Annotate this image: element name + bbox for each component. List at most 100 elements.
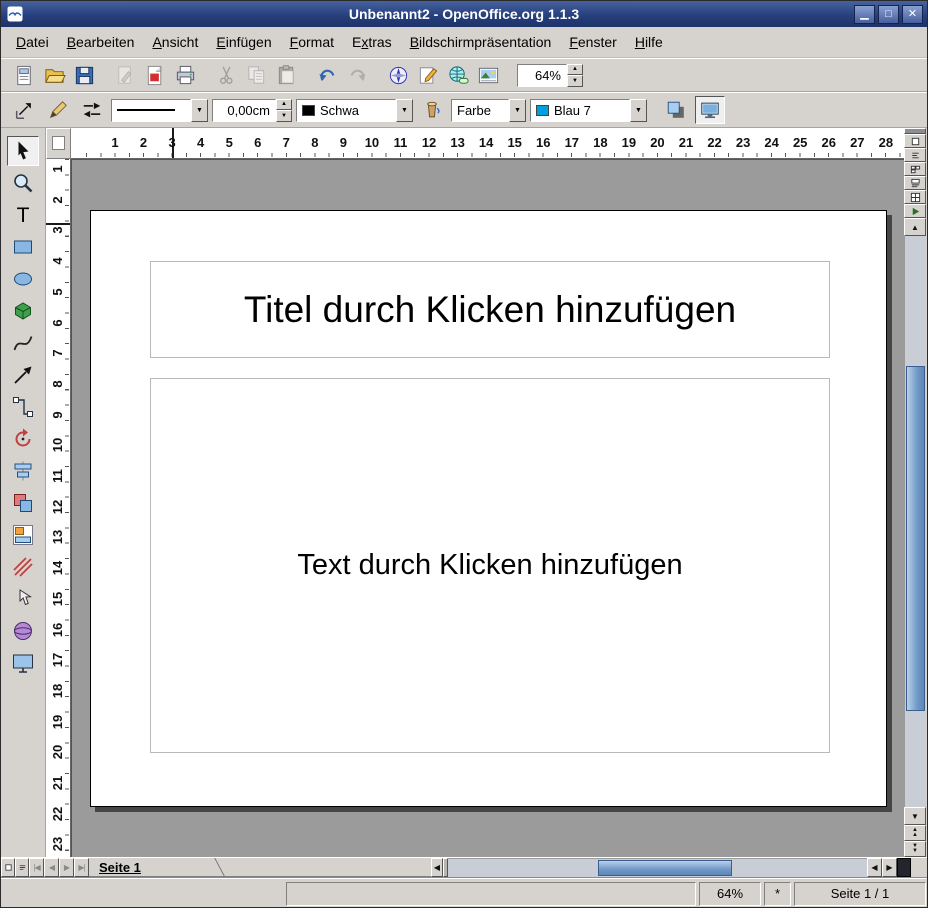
work-area[interactable]: Titel durch Klicken hinzufügen Text durc…	[71, 159, 904, 857]
lines-arrows-tool[interactable]	[7, 360, 39, 390]
slide-tab-seite-1[interactable]: Seite 1	[89, 858, 226, 877]
outline-view-button[interactable]	[904, 148, 926, 162]
vertical-scrollbar-track[interactable]	[904, 236, 926, 807]
ruler-origin-corner[interactable]	[46, 128, 71, 159]
window-split-corner-button[interactable]	[897, 858, 911, 877]
redo-button[interactable]	[342, 61, 372, 89]
paste-button[interactable]	[271, 61, 301, 89]
curve-tool[interactable]	[7, 328, 39, 358]
line-width-increase-button[interactable]: ▲	[276, 99, 292, 111]
3d-controller-tool[interactable]	[7, 616, 39, 646]
h-ruler-number: 3	[168, 135, 175, 150]
scroll-left-button[interactable]: ◀	[867, 858, 882, 877]
line-width-field[interactable]: 0,00cm	[212, 99, 276, 122]
horizontal-ruler[interactable]: 1234567891011121314151617181920212223242…	[71, 128, 904, 159]
menu-item-fenster[interactable]: Fenster	[560, 30, 625, 54]
tab-bar-mini-button-1[interactable]	[1, 858, 15, 877]
menu-item-ansicht[interactable]: Ansicht	[143, 30, 207, 54]
select-tool[interactable]	[7, 136, 39, 166]
minimize-button[interactable]: ▁	[854, 5, 875, 24]
edit-button[interactable]	[413, 61, 443, 89]
vertical-ruler[interactable]: 1234567891011121314151617181920212223	[46, 159, 71, 857]
gallery-button[interactable]	[473, 61, 503, 89]
horizontal-scrollbar-track[interactable]	[448, 858, 867, 877]
titlebar[interactable]: Unbenannt2 - OpenOffice.org 1.1.3 ▁ □ ✕	[1, 1, 927, 27]
connector-tool[interactable]	[7, 392, 39, 422]
navigator-button[interactable]	[383, 61, 413, 89]
alignment-tool[interactable]	[7, 456, 39, 486]
notes-view-button[interactable]	[904, 176, 926, 190]
line-color-dropdown-button[interactable]: ▼	[396, 99, 413, 122]
drawing-view-button[interactable]	[904, 134, 926, 148]
cut-button[interactable]	[211, 61, 241, 89]
scrollbar-split-left-button[interactable]: ◀	[431, 858, 443, 877]
scroll-right-button[interactable]: ▶	[882, 858, 897, 877]
line-style-field[interactable]	[111, 99, 191, 122]
new-presentation-button[interactable]	[9, 61, 39, 89]
menu-item-extras[interactable]: Extras	[343, 30, 401, 54]
area-style-button[interactable]	[417, 96, 447, 124]
zoom-tool[interactable]	[7, 168, 39, 198]
scroll-down-button[interactable]: ▼	[904, 807, 926, 825]
print-button[interactable]	[170, 61, 200, 89]
menu-item-hilfe[interactable]: Hilfe	[626, 30, 672, 54]
area-fill-color-field[interactable]: Blau 7	[530, 99, 630, 122]
save-button[interactable]	[69, 61, 99, 89]
presentation-box-toggle[interactable]	[695, 96, 725, 124]
area-fill-type-dropdown-button[interactable]: ▼	[509, 99, 526, 122]
gluepoints-button[interactable]	[9, 96, 39, 124]
menu-item-bearbeiten[interactable]: Bearbeiten	[58, 30, 144, 54]
next-slide-tab-button[interactable]: ▶	[59, 858, 74, 877]
previous-slide-tab-button[interactable]: ◀	[44, 858, 59, 877]
effects-tool[interactable]	[7, 552, 39, 582]
menu-item-datei[interactable]: Datei	[7, 30, 58, 54]
handout-view-button[interactable]	[904, 190, 926, 204]
undo-button[interactable]	[312, 61, 342, 89]
scroll-up-button[interactable]: ▲	[904, 218, 926, 236]
presentation-box-tool[interactable]	[7, 648, 39, 678]
zoom-increase-button[interactable]: ▲	[567, 64, 583, 76]
tab-bar-mini-button-2[interactable]	[15, 858, 29, 877]
maximize-button[interactable]: □	[878, 5, 899, 24]
horizontal-scrollbar-thumb[interactable]	[598, 860, 732, 876]
vertical-scrollbar-thumb[interactable]	[906, 366, 925, 711]
text-placeholder[interactable]: Text durch Klicken hinzufügen	[150, 378, 830, 753]
line-color-field[interactable]: Schwa	[296, 99, 396, 122]
line-width-decrease-button[interactable]: ▼	[276, 110, 292, 122]
line-style-dropdown-button[interactable]: ▼	[191, 99, 208, 122]
v-ruler-number: 10	[49, 436, 65, 454]
title-placeholder[interactable]: Titel durch Klicken hinzufügen	[150, 261, 830, 358]
next-slide-button[interactable]: ▼▼	[904, 841, 926, 857]
menu-item-bildschirmprsentation[interactable]: Bildschirmpräsentation	[401, 30, 561, 54]
area-fill-color-dropdown-button[interactable]: ▼	[630, 99, 647, 122]
last-slide-tab-button[interactable]: ▶|	[74, 858, 89, 877]
copy-button[interactable]	[241, 61, 271, 89]
open-button[interactable]	[39, 61, 69, 89]
arrange-tool[interactable]	[7, 488, 39, 518]
first-slide-tab-button[interactable]: |◀	[29, 858, 44, 877]
insert-tool[interactable]	[7, 520, 39, 550]
edit-points-button[interactable]	[43, 96, 73, 124]
rotate-tool[interactable]	[7, 424, 39, 454]
hyperlink-button[interactable]	[443, 61, 473, 89]
zoom-decrease-button[interactable]: ▼	[567, 75, 583, 87]
interaction-tool[interactable]	[7, 584, 39, 614]
area-fill-type-field[interactable]: Farbe	[451, 99, 509, 122]
start-presentation-button[interactable]	[904, 204, 926, 218]
text-tool[interactable]: T	[7, 200, 39, 230]
slide-canvas[interactable]: Titel durch Klicken hinzufügen Text durc…	[90, 210, 887, 807]
edit-file-button[interactable]	[110, 61, 140, 89]
shadow-button[interactable]	[661, 96, 691, 124]
menu-item-format[interactable]: Format	[281, 30, 343, 54]
slides-view-button[interactable]	[904, 162, 926, 176]
arrow-style-button[interactable]	[77, 96, 107, 124]
rectangle-tool[interactable]	[7, 232, 39, 262]
close-button[interactable]: ✕	[902, 5, 923, 24]
3d-objects-tool[interactable]	[7, 296, 39, 326]
previous-slide-button[interactable]: ▲▲	[904, 825, 926, 841]
status-zoom-field[interactable]: 64%	[699, 882, 761, 906]
zoom-value-field[interactable]: 64%	[517, 64, 567, 87]
menu-item-einfgen[interactable]: Einfügen	[207, 30, 280, 54]
ellipse-tool[interactable]	[7, 264, 39, 294]
export-pdf-button[interactable]	[140, 61, 170, 89]
